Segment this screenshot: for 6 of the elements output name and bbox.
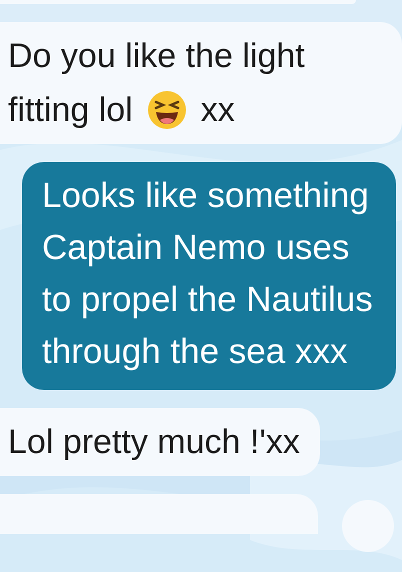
message-text: fitting lol (8, 90, 133, 131)
message-text: xx (200, 90, 235, 131)
message-text: Lol pretty much !'xx (8, 422, 300, 463)
message-text: Do you like the light (8, 36, 306, 77)
message-text: Looks like something Captain Nemo uses to propel the Nautilus through the sea xxx (42, 176, 373, 371)
laughing-face-icon (146, 90, 187, 130)
